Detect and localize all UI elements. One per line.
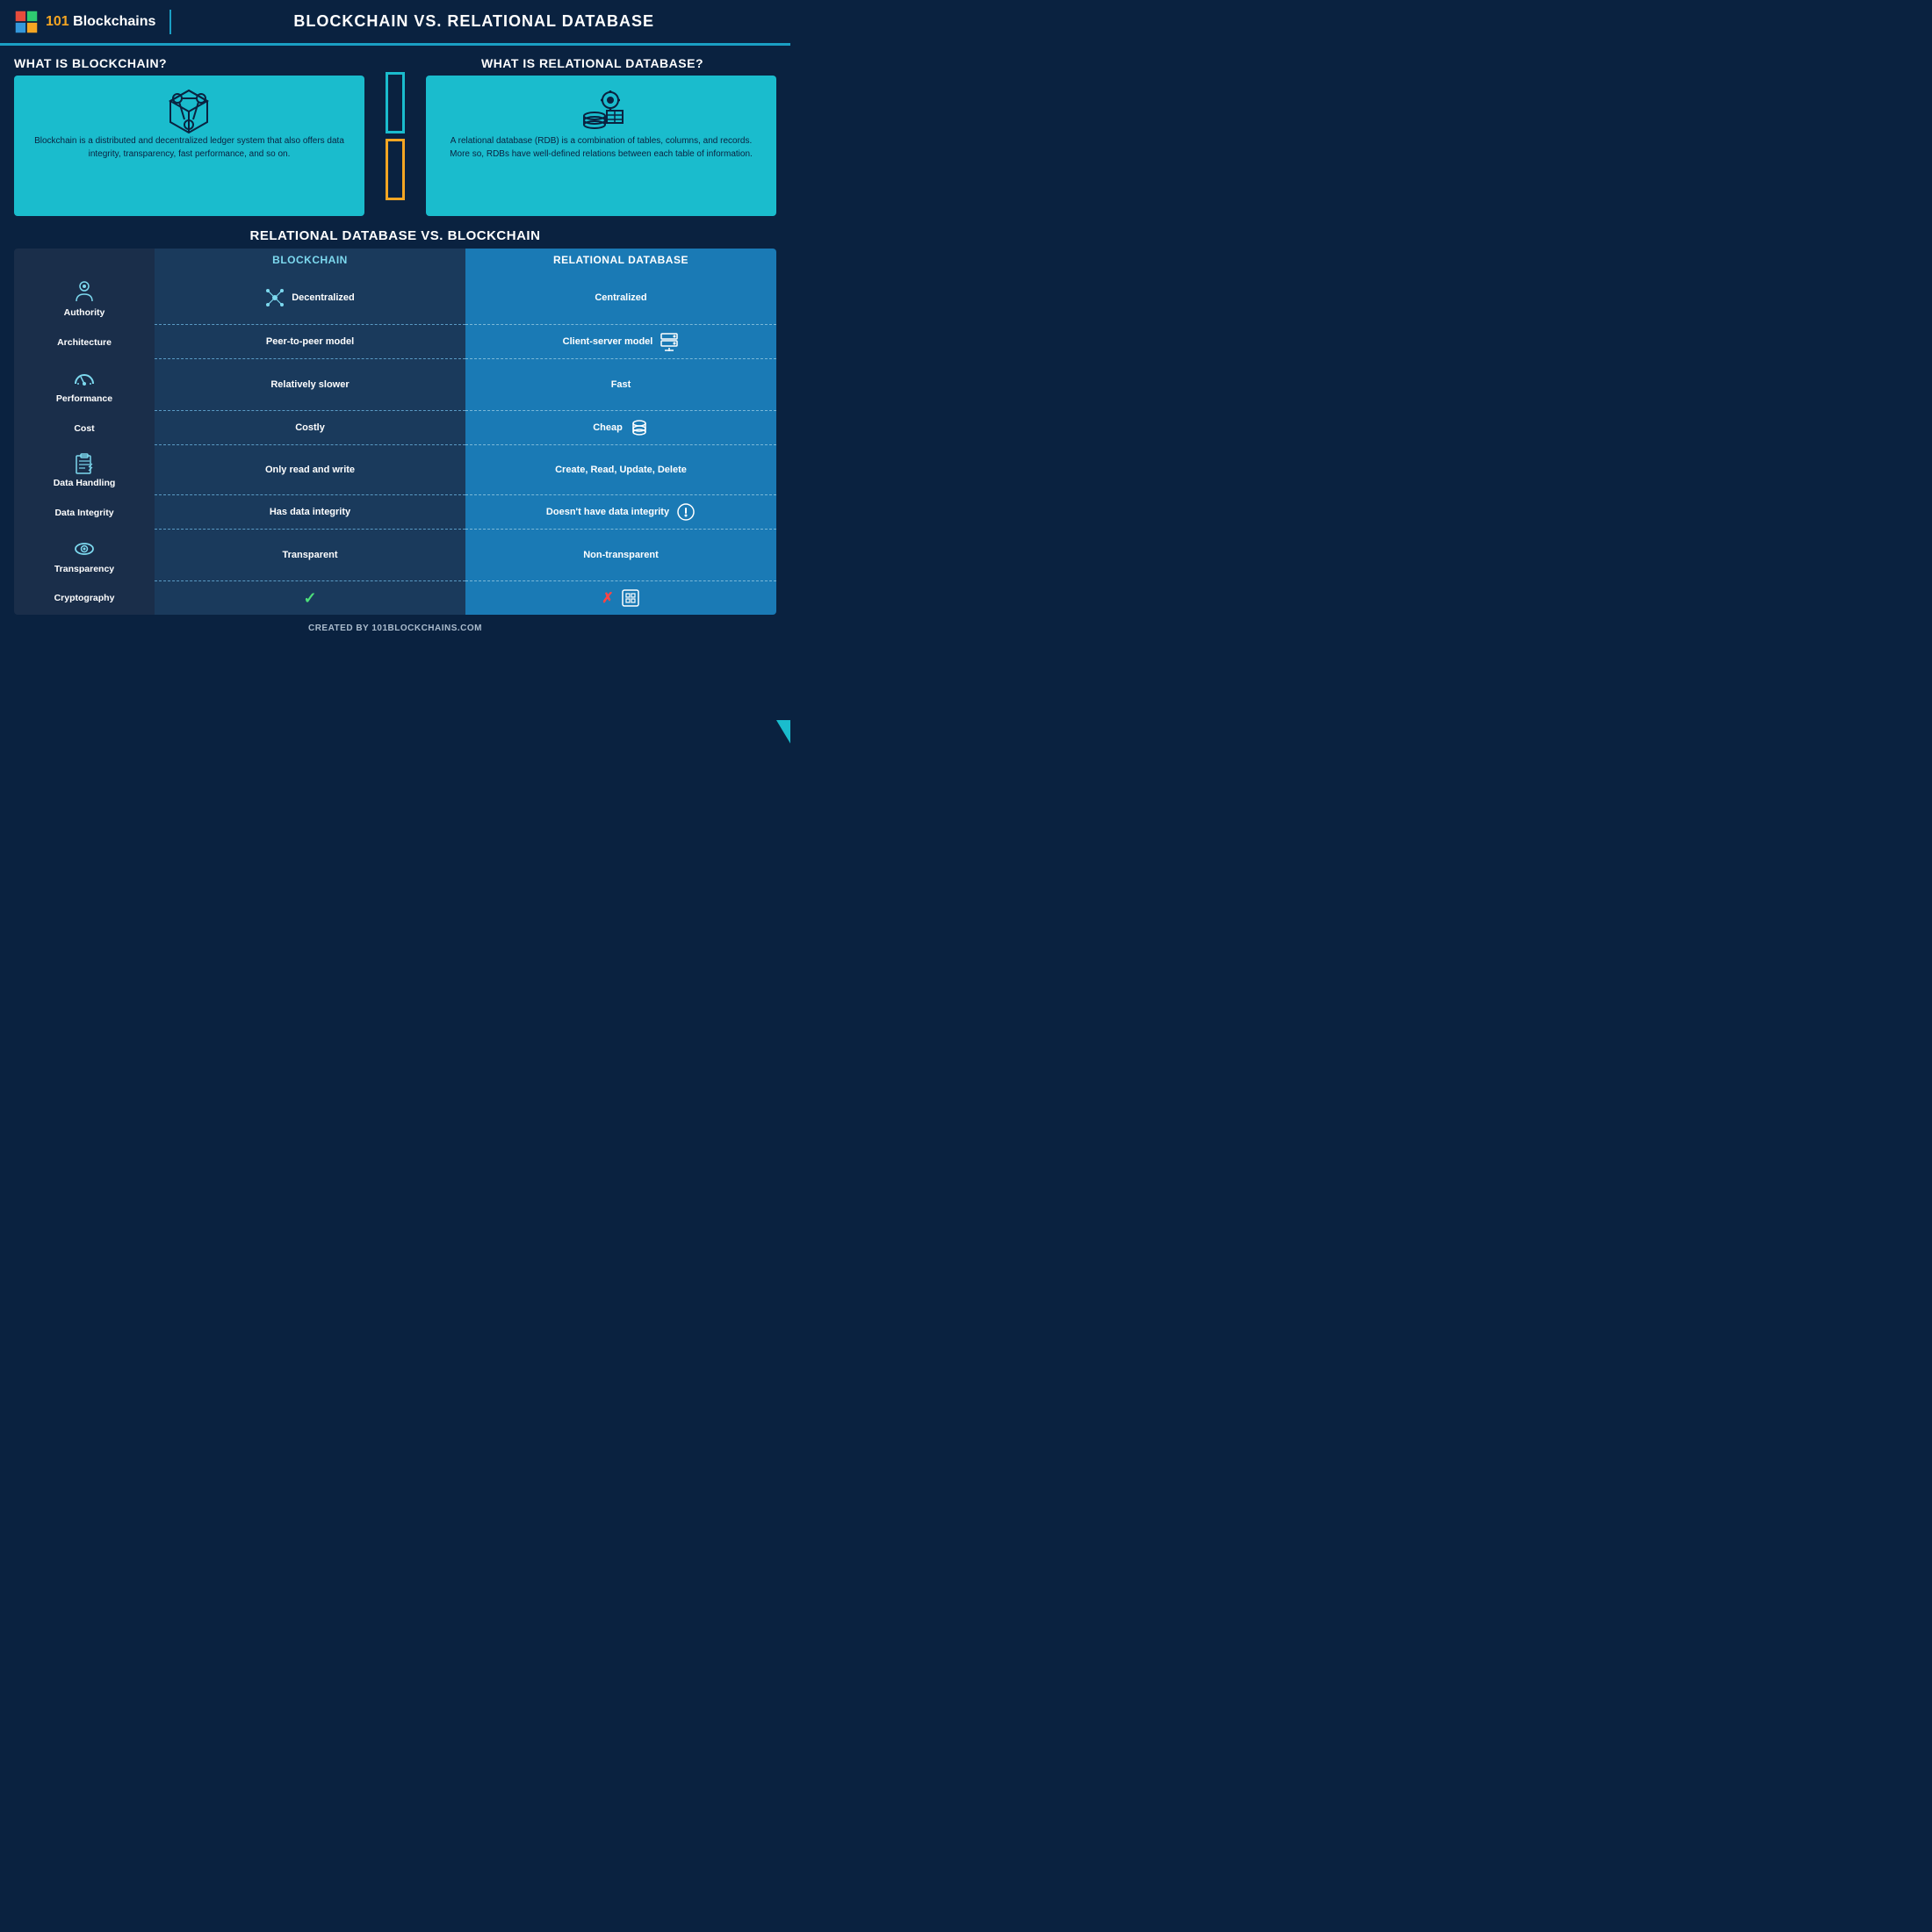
label-data-integrity: Data Integrity <box>14 495 155 530</box>
server-icon <box>660 332 679 351</box>
blockchain-architecture: Peer-to-peer model <box>155 325 465 359</box>
coins-icon <box>630 418 649 437</box>
label-performance: Performance <box>14 359 155 411</box>
what-is-relational-block: WHAT IS RELATIONAL DATABASE? <box>408 56 776 216</box>
label-data-handling: Data Handling <box>14 445 155 495</box>
comparison-title: RELATIONAL DATABASE VS. BLOCKCHAIN <box>14 228 776 243</box>
blockchain-data-handling: Only read and write <box>155 445 465 495</box>
relational-data-handling: Create, Read, Update, Delete <box>465 445 776 495</box>
blockchain-icon <box>165 86 213 134</box>
logo-text: 101 Blockchains <box>46 14 155 30</box>
header-title: BLOCKCHAIN VS. RELATIONAL DATABASE <box>171 12 776 31</box>
label-cryptography: Cryptography <box>14 581 155 615</box>
sep-box-bottom <box>386 139 405 200</box>
clipboard-icon <box>73 452 96 475</box>
circuit-icon <box>621 588 640 608</box>
blockchain-performance: Relatively slower <box>155 359 465 411</box>
footer-text: CREATED BY 101BLOCKCHAINS.COM <box>308 624 482 633</box>
label-cost: Cost <box>14 411 155 445</box>
what-is-blockchain-block: WHAT IS BLOCKCHAIN? <box>14 56 382 216</box>
network-icon <box>265 288 285 307</box>
what-is-blockchain-card: Blockchain is a distributed and decentra… <box>14 76 364 216</box>
col-header-relational: RELATIONAL DATABASE <box>465 249 776 271</box>
speedometer-icon <box>72 366 97 391</box>
database-icon <box>577 86 625 134</box>
what-is-relational-card: A relational database (RDB) is a combina… <box>426 76 776 216</box>
relational-performance: Fast <box>465 359 776 411</box>
relational-cryptography: ✗ <box>465 581 776 615</box>
what-is-relational-title: WHAT IS RELATIONAL DATABASE? <box>408 56 776 70</box>
eye-icon <box>72 537 97 561</box>
what-is-blockchain-description: Blockchain is a distributed and decentra… <box>28 134 350 161</box>
blockchain-data-integrity: Has data integrity <box>155 495 465 530</box>
warning-icon <box>676 502 696 522</box>
relational-transparency: Non-transparent <box>465 530 776 581</box>
blockchain-authority: Decentralized <box>155 271 465 325</box>
authority-icon <box>71 278 97 305</box>
check-mark: ✓ <box>303 589 316 608</box>
label-transparency: Transparency <box>14 530 155 581</box>
blockchain-transparency: Transparent <box>155 530 465 581</box>
blockchain-cryptography: ✓ <box>155 581 465 615</box>
page-wrapper: 101 Blockchains BLOCKCHAIN VS. RELATIONA… <box>0 0 790 790</box>
relational-data-integrity: Doesn't have data integrity <box>465 495 776 530</box>
label-authority: Authority <box>14 271 155 325</box>
relational-cost: Cheap <box>465 411 776 445</box>
x-mark: ✗ <box>602 589 613 607</box>
logo-icon <box>14 10 39 34</box>
relational-architecture: Client-server model <box>465 325 776 359</box>
comparison-section: RELATIONAL DATABASE VS. BLOCKCHAIN BLOCK… <box>0 223 790 618</box>
blockchain-cost: Costly <box>155 411 465 445</box>
what-is-section: WHAT IS BLOCKCHAIN? <box>0 46 790 223</box>
content-area: 101 Blockchains BLOCKCHAIN VS. RELATIONA… <box>0 0 790 637</box>
footer: CREATED BY 101BLOCKCHAINS.COM <box>0 618 790 637</box>
section-separator <box>382 56 408 216</box>
label-architecture: Architecture <box>14 325 155 359</box>
relational-authority: Centralized <box>465 271 776 325</box>
comparison-table: BLOCKCHAIN RELATIONAL DATABASE Authority <box>14 249 776 615</box>
sep-box-top <box>386 72 405 133</box>
header: 101 Blockchains BLOCKCHAIN VS. RELATIONA… <box>0 0 790 46</box>
what-is-blockchain-title: WHAT IS BLOCKCHAIN? <box>14 56 382 70</box>
logo-area: 101 Blockchains <box>14 10 171 34</box>
what-is-relational-description: A relational database (RDB) is a combina… <box>440 134 762 161</box>
col-header-blockchain: BLOCKCHAIN <box>155 249 465 271</box>
col-header-label <box>14 249 155 271</box>
